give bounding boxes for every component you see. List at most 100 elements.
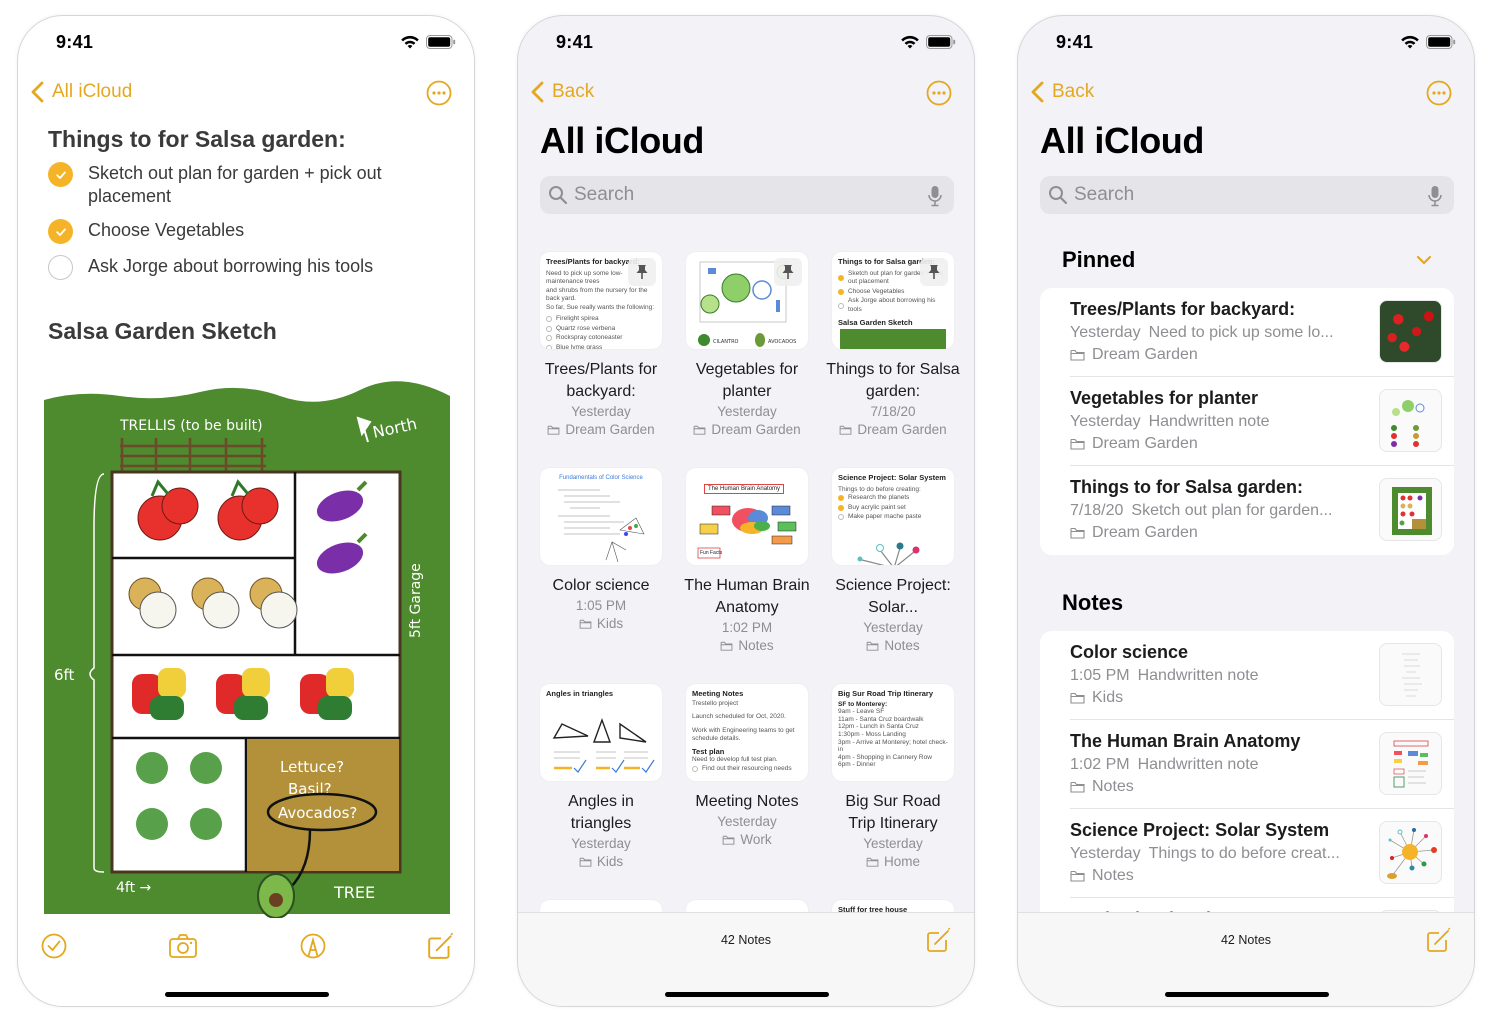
note-title: Trees/Plants for backyard: xyxy=(1070,299,1296,319)
note-title: Science Project: Solar... xyxy=(835,577,951,616)
list-item[interactable]: Science Project: Solar System Yesterday T… xyxy=(1040,809,1454,898)
more-options-icon[interactable] xyxy=(1426,80,1452,106)
chevron-left-icon xyxy=(30,80,46,104)
checklist-icon[interactable] xyxy=(40,932,68,960)
microphone-icon[interactable] xyxy=(1428,185,1442,207)
folder-icon xyxy=(1070,692,1085,704)
gallery-note-item[interactable]: CILANTRO AVOCADOS Vegetables for planter… xyxy=(674,252,820,439)
compose-icon[interactable] xyxy=(1426,927,1452,953)
more-options-icon[interactable] xyxy=(926,80,952,106)
note-date: Yesterday xyxy=(571,836,631,851)
checklist-text: Choose Vegetables xyxy=(88,220,245,240)
checkbox-unchecked-icon[interactable] xyxy=(48,255,73,280)
note-title: Science Project: Solar System xyxy=(1070,820,1330,840)
list-item[interactable]: Vegetables for planter Yesterday Handwrit… xyxy=(1040,377,1454,466)
gallery-note-item[interactable]: Things to for Salsa garden: Sketch out p… xyxy=(820,252,966,439)
microphone-icon[interactable] xyxy=(928,185,942,207)
gallery-note-item[interactable]: Fundamentals of Color Science Color scie… xyxy=(528,468,674,633)
back-button[interactable]: All iCloud xyxy=(30,80,132,104)
chevron-left-icon xyxy=(530,80,546,104)
search-placeholder: Search xyxy=(1074,184,1135,205)
checklist-item: Choose Vegetables xyxy=(48,219,448,244)
garden-sketch-drawing[interactable]: TRELLIS (to be built) North Lettuce? Bas… xyxy=(40,378,452,918)
compose-icon[interactable] xyxy=(427,932,455,960)
nav-bar: Back xyxy=(518,78,974,110)
search-input[interactable]: Search xyxy=(1040,176,1454,214)
note-folder: Kids xyxy=(528,615,674,633)
checkbox-checked-icon[interactable] xyxy=(48,219,73,244)
checklist: Sketch out plan for garden + pick out pl… xyxy=(48,162,448,291)
note-folder: Notes xyxy=(1070,778,1134,796)
note-title: Vegetables for planter xyxy=(1070,388,1259,408)
gallery-note-item[interactable]: Meeting Notes Trestello project Launch s… xyxy=(674,684,820,849)
folder-icon xyxy=(839,425,852,435)
folder-icon xyxy=(722,835,735,845)
notes-count: 42 Notes xyxy=(1220,933,1272,947)
six-ft-label: 6ft xyxy=(54,666,75,684)
gallery-note-item[interactable]: Science Project: Solar System Things to … xyxy=(820,468,966,655)
status-time: 9:41 xyxy=(56,32,94,52)
note-thumbnail: Big Sur Road Trip Itinerary SF to Monter… xyxy=(832,684,954,781)
compose-icon[interactable] xyxy=(926,927,952,953)
pin-icon xyxy=(774,258,802,286)
note-meta: 1:05 PM Handwritten note xyxy=(1070,667,1259,684)
wifi-icon xyxy=(1400,34,1420,50)
camera-icon[interactable] xyxy=(168,932,198,960)
note-title: Angles in triangles xyxy=(568,793,634,832)
folder-icon xyxy=(579,619,592,629)
folder-icon xyxy=(1070,349,1085,361)
folder-icon xyxy=(866,857,879,867)
more-options-icon[interactable] xyxy=(426,80,452,106)
list-item[interactable]: Trees/Plants for backyard: Yesterday Need… xyxy=(1040,288,1454,377)
notes-section-heading: Notes xyxy=(1062,590,1124,615)
pin-icon xyxy=(628,258,656,286)
gallery-note-item[interactable]: Big Sur Road Trip Itinerary SF to Monter… xyxy=(820,684,966,871)
note-thumbnail-color-science xyxy=(1379,643,1442,706)
handwritten-notes-drawing xyxy=(558,489,645,563)
note-title: Color science xyxy=(552,577,650,594)
bottom-toolbar: 42 Notes xyxy=(1018,912,1474,1006)
note-thumbnail-garden-plan xyxy=(1379,389,1442,452)
search-icon xyxy=(1048,185,1068,205)
gallery-note-item[interactable]: Angles in triangles Angles in triangles … xyxy=(528,684,674,871)
gallery-note-item[interactable]: Trees/Plants for backyard: Need to pick … xyxy=(528,252,674,439)
chevron-left-icon xyxy=(1030,80,1046,104)
note-folder: Dream Garden xyxy=(820,421,966,439)
note-thumbnail: Science Project: Solar System Things to … xyxy=(832,468,954,565)
garage-label: 5ft Garage xyxy=(408,563,424,638)
peppers xyxy=(132,668,354,720)
checkbox-checked-icon[interactable] xyxy=(48,162,73,187)
trellis-label: TRELLIS (to be built) xyxy=(119,418,263,434)
back-button[interactable]: Back xyxy=(1030,80,1094,104)
notes-list: Color science 1:05 PM Handwritten note Ki… xyxy=(1040,631,1454,931)
note-meta: Yesterday Things to do before creat... xyxy=(1070,845,1340,862)
search-placeholder: Search xyxy=(574,184,635,205)
pinned-section-heading: Pinned xyxy=(1062,247,1136,272)
avocados-label: Avocados? xyxy=(278,804,357,822)
folder-icon xyxy=(1070,781,1085,793)
search-input[interactable]: Search xyxy=(540,176,954,214)
pin-icon xyxy=(920,258,948,286)
gallery-screen: 9:41 Back All iCloud Search Trees/Plants… xyxy=(517,15,975,1007)
chevron-down-icon[interactable] xyxy=(1416,254,1432,266)
page-title: All iCloud xyxy=(540,120,704,161)
note-folder: Notes xyxy=(1070,867,1134,885)
list-item[interactable]: The Human Brain Anatomy 1:02 PM Handwritt… xyxy=(1040,720,1454,809)
note-date: Yesterday xyxy=(863,620,923,635)
note-title: Vegetables for planter xyxy=(695,361,799,400)
nav-bar: Back xyxy=(1018,78,1474,110)
note-thumbnail: Trees/Plants for backyard: Need to pick … xyxy=(540,252,662,349)
list-item[interactable]: Color science 1:05 PM Handwritten note Ki… xyxy=(1040,631,1454,720)
note-date: 1:02 PM xyxy=(721,620,773,635)
note-title: Meeting Notes xyxy=(695,793,799,810)
markup-icon[interactable] xyxy=(299,932,327,960)
status-time: 9:41 xyxy=(1056,32,1094,52)
note-folder: Home xyxy=(820,853,966,871)
status-bar: 9:41 xyxy=(1018,16,1474,68)
note-title: The Human Brain Anatomy xyxy=(1070,731,1301,751)
note-meta: 7/18/20 Sketch out plan for garden... xyxy=(1070,502,1333,519)
back-label: Back xyxy=(552,81,595,102)
gallery-note-item[interactable]: The Human Brain Anatomy Fun Facts The Hu… xyxy=(674,468,820,655)
list-item[interactable]: Things to for Salsa garden: 7/18/20 Sketc… xyxy=(1040,466,1454,555)
back-button[interactable]: Back xyxy=(530,80,594,104)
